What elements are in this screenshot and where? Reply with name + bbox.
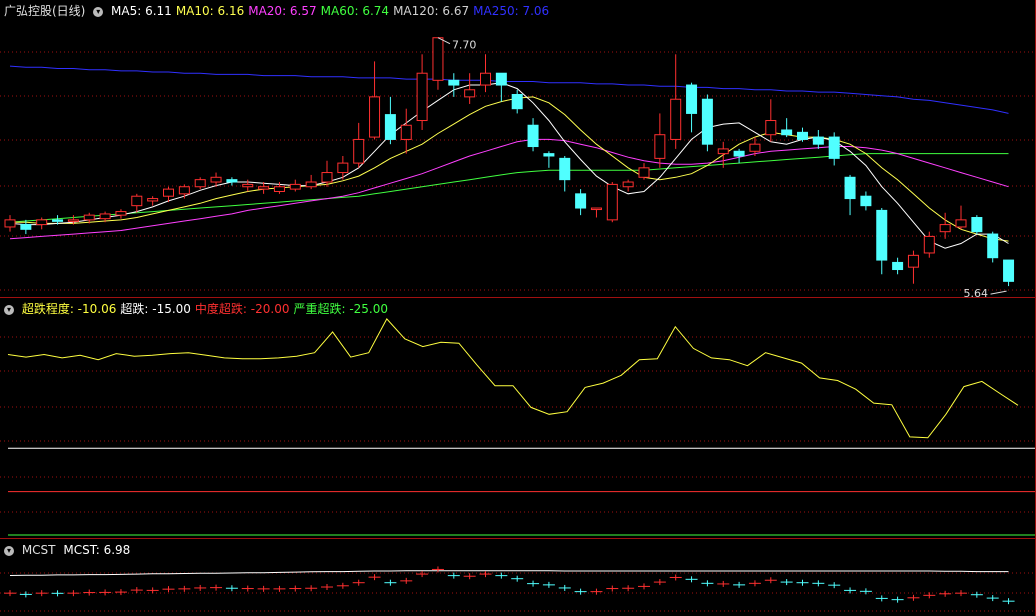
candle-up — [638, 167, 650, 178]
oversold-chart[interactable] — [0, 298, 1036, 538]
candle-up — [369, 96, 381, 138]
oversold-label: 超跌: -15.00 — [120, 302, 191, 316]
candle-down — [860, 195, 872, 207]
candle-down — [511, 94, 523, 110]
candle-up — [178, 186, 190, 195]
candle-down — [781, 129, 793, 136]
low-pointer — [990, 290, 1007, 295]
candle-up — [4, 219, 16, 228]
candle-up — [400, 124, 412, 140]
candle-up — [654, 134, 666, 159]
candle-up — [670, 98, 682, 140]
candle-up — [210, 176, 222, 183]
candle-up — [194, 179, 206, 188]
candle-up — [337, 162, 349, 174]
oversold-panel[interactable]: ▾ 超跌程度: -10.06 超跌: -15.00 中度超跌: -20.00 严重超跌… — [0, 298, 1036, 538]
ma-label: MA250: 7.06 — [473, 4, 550, 18]
candle-down — [733, 150, 745, 157]
kline-panel[interactable]: 7.705.64预 广弘控股(日线) ▾ MA5: 6.11MA10: 6.16… — [0, 0, 1036, 297]
kline-header: 广弘控股(日线) ▾ MA5: 6.11 MA10: 6.16 MA20: 6.57… — [4, 3, 557, 19]
candle-up — [765, 120, 777, 136]
candle-down — [20, 224, 32, 230]
candle-up — [131, 195, 143, 207]
candle-up — [99, 213, 111, 220]
candle-up — [83, 214, 95, 221]
candle-up — [115, 211, 127, 216]
high-value-label: 7.70 — [452, 39, 477, 52]
candle-up — [749, 143, 761, 152]
oversold-label: 严重超跌: -25.00 — [293, 302, 389, 316]
candle-up — [273, 186, 285, 192]
oversold-label: 中度超跌: -20.00 — [194, 302, 290, 316]
candle-up — [163, 188, 174, 197]
stock-title: 广弘控股(日线) — [4, 4, 86, 18]
candle-down — [52, 219, 64, 222]
kline-chart[interactable]: 7.705.64预 — [0, 0, 1036, 297]
candle-down — [797, 131, 808, 140]
candle-down — [543, 153, 555, 157]
oversold-header: ▾ 超跌程度: -10.06 超跌: -15.00 中度超跌: -20.00 严重超跌… — [4, 301, 396, 317]
candle-down — [987, 233, 999, 259]
candle-up — [353, 138, 365, 164]
ma250-line — [9, 65, 1009, 114]
low-value-label: 5.64 — [964, 287, 989, 297]
candle-down — [448, 79, 460, 86]
candle-up — [590, 207, 602, 211]
candle-down — [844, 176, 856, 200]
mcst-chart[interactable] — [0, 539, 1036, 616]
candle-down — [527, 124, 539, 148]
candle-down — [971, 216, 983, 233]
candle-up — [464, 89, 476, 98]
ma-label: MA20: 6.57 — [248, 4, 317, 18]
mcst-panel[interactable]: ▾ MCST MCST: 6.98 — [0, 539, 1036, 616]
candle-up — [289, 183, 301, 190]
candle-up — [242, 183, 254, 188]
candle-up — [955, 219, 967, 228]
candle-up — [67, 219, 79, 222]
ma-label: MA120: 6.67 — [393, 4, 470, 18]
candle-down — [828, 136, 840, 159]
candle-down — [876, 209, 888, 261]
ma-legend: MA5: 6.11 MA10: 6.16 MA20: 6.57 MA60: 6.74 M… — [111, 4, 553, 18]
candle-down — [1003, 259, 1015, 282]
candle-up — [606, 183, 618, 221]
settings-circle-icon[interactable]: ▾ — [93, 6, 104, 17]
mcst-label: MCST: 6.98 — [63, 543, 131, 557]
mcst-title: MCST — [21, 543, 56, 557]
candle-up — [416, 72, 428, 122]
candle-up — [907, 254, 919, 268]
candle-down — [495, 72, 507, 86]
candle-up — [258, 186, 270, 190]
candle-down — [384, 114, 396, 140]
candle-up — [36, 219, 48, 226]
ma-label: MA5: 6.11 — [111, 4, 172, 18]
candle-up — [305, 181, 317, 188]
candle-up — [480, 72, 491, 86]
settings-circle-icon[interactable]: ▾ — [4, 545, 14, 556]
candle-up — [622, 181, 634, 188]
candle-down — [812, 136, 824, 145]
candle-up — [939, 224, 951, 233]
ma-label: MA60: 6.74 — [320, 4, 390, 18]
candle-up — [321, 172, 333, 183]
candle-down — [892, 261, 904, 271]
candle-down — [575, 193, 587, 209]
ma-label: MA10: 6.16 — [175, 4, 245, 18]
mcst-legend: MCST: 6.98 — [63, 543, 134, 557]
candle-up — [717, 148, 729, 155]
candle-down — [686, 84, 698, 114]
settings-circle-icon[interactable]: ▾ — [4, 304, 14, 315]
mcst-header: ▾ MCST MCST: 6.98 — [4, 542, 138, 558]
candle-up — [923, 235, 935, 254]
candle-down — [226, 179, 238, 183]
candle-up — [147, 198, 159, 202]
oversold-legend: 超跌程度: -10.06 超跌: -15.00 中度超跌: -20.00 严重超跌: … — [22, 302, 392, 316]
candle-up — [432, 37, 444, 81]
oversold-label: 超跌程度: -10.06 — [21, 302, 117, 316]
ma10-line — [10, 96, 1009, 242]
ma5-line — [9, 82, 1009, 249]
candle-down — [559, 157, 571, 181]
candle-down — [701, 98, 713, 145]
mcst-line — [9, 570, 1009, 576]
